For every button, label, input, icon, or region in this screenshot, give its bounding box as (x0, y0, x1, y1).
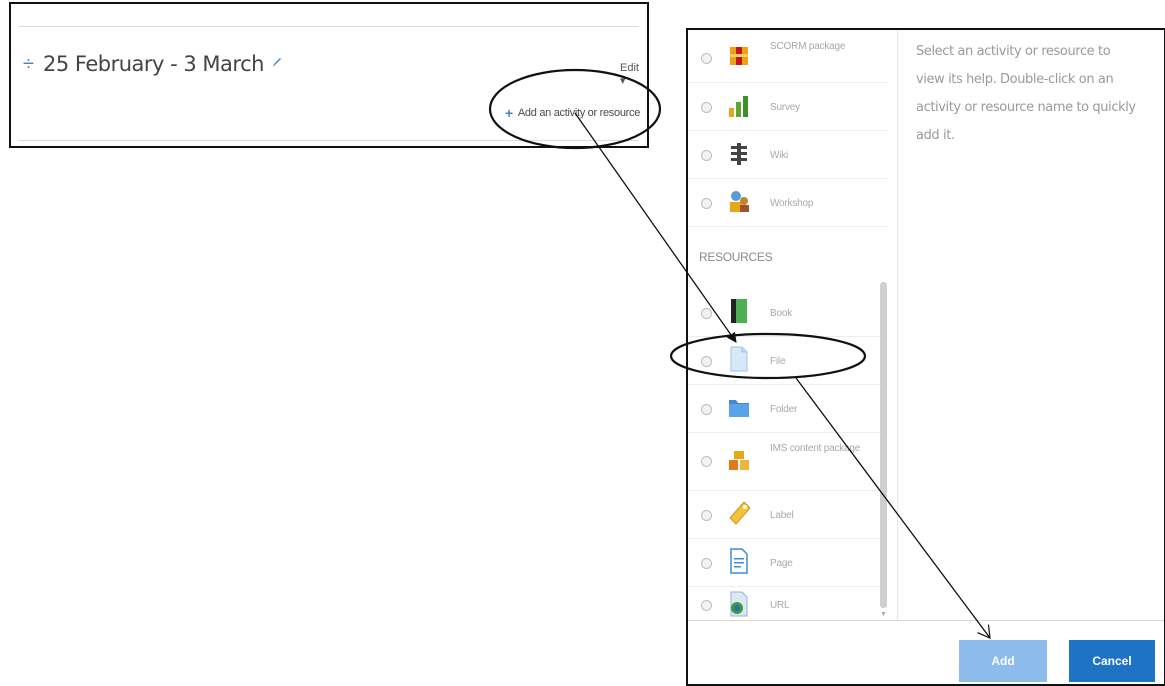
option-label: File (770, 356, 786, 367)
option-url[interactable]: URL (688, 586, 888, 620)
chooser-column-divider (897, 30, 898, 620)
option-label: Workshop (770, 198, 814, 209)
pencil-icon[interactable] (272, 55, 282, 73)
option-label: Wiki (770, 150, 789, 161)
radio-button[interactable] (701, 558, 712, 569)
option-label: IMS content package (770, 443, 861, 454)
option-label: SCORM package (770, 41, 846, 52)
option-scorm-package[interactable]: SCORM package (688, 30, 888, 83)
wiki-icon (728, 142, 750, 166)
radio-button[interactable] (701, 102, 712, 113)
radio-button[interactable] (701, 150, 712, 161)
option-label: Book (770, 308, 792, 319)
file-icon (728, 346, 750, 372)
add-button[interactable]: Add (959, 640, 1047, 682)
cancel-button[interactable]: Cancel (1069, 640, 1155, 682)
radio-button[interactable] (701, 198, 712, 209)
caret-down-icon: ▾ (620, 75, 626, 87)
option-label: Label (770, 510, 794, 521)
plus-icon: + (505, 105, 513, 121)
activity-chooser-dialog: SCORM package Survey Wiki Workshop RESOU… (686, 28, 1165, 686)
radio-button[interactable] (701, 356, 712, 367)
chooser-help-text: Select an activity or resource to view i… (916, 44, 1136, 143)
page-icon (728, 548, 750, 574)
label-icon (728, 500, 751, 525)
ims-package-icon (728, 449, 750, 473)
move-icon[interactable]: ÷ (23, 54, 39, 74)
option-file[interactable]: File (688, 336, 888, 385)
url-icon (728, 591, 750, 617)
resources-heading: RESOURCES (699, 250, 773, 264)
add-activity-label: Add an activity or resource (517, 107, 641, 119)
options-scrollbar[interactable] (880, 282, 887, 608)
radio-button[interactable] (701, 600, 712, 611)
scorm-package-icon (728, 44, 750, 68)
radio-button[interactable] (701, 53, 712, 64)
edit-menu-label: Edit (620, 62, 639, 74)
survey-icon (728, 94, 750, 118)
folder-icon (728, 396, 750, 420)
option-workshop[interactable]: Workshop (688, 178, 888, 227)
option-label: Page (770, 558, 793, 569)
scroll-down-icon[interactable]: ▼ (880, 611, 887, 618)
workshop-icon (728, 189, 750, 213)
radio-button[interactable] (701, 308, 712, 319)
option-ims-content-package[interactable]: IMS content package (688, 432, 888, 491)
section-title: 25 February - 3 March (43, 52, 264, 76)
course-section-panel: ÷ 25 February - 3 March Edit ▾ + Add an … (9, 2, 649, 148)
radio-button[interactable] (701, 404, 712, 415)
option-label: Folder (770, 404, 798, 415)
option-label: URL (770, 600, 790, 611)
option-label: Survey (770, 102, 800, 113)
footer-divider (688, 620, 1164, 621)
option-survey[interactable]: Survey (688, 82, 888, 131)
section-divider-top (19, 26, 639, 27)
section-header: ÷ 25 February - 3 March (23, 52, 282, 76)
add-activity-link[interactable]: + Add an activity or resource (505, 105, 640, 121)
option-page[interactable]: Page (688, 538, 888, 587)
radio-button[interactable] (701, 456, 712, 467)
option-label-resource[interactable]: Label (688, 490, 888, 539)
book-icon (728, 298, 750, 323)
option-folder[interactable]: Folder (688, 384, 888, 433)
option-book[interactable]: Book (688, 288, 888, 337)
edit-menu[interactable]: Edit ▾ (620, 62, 647, 87)
radio-button[interactable] (701, 510, 712, 521)
option-wiki[interactable]: Wiki (688, 130, 888, 179)
section-divider-bottom (19, 140, 639, 141)
